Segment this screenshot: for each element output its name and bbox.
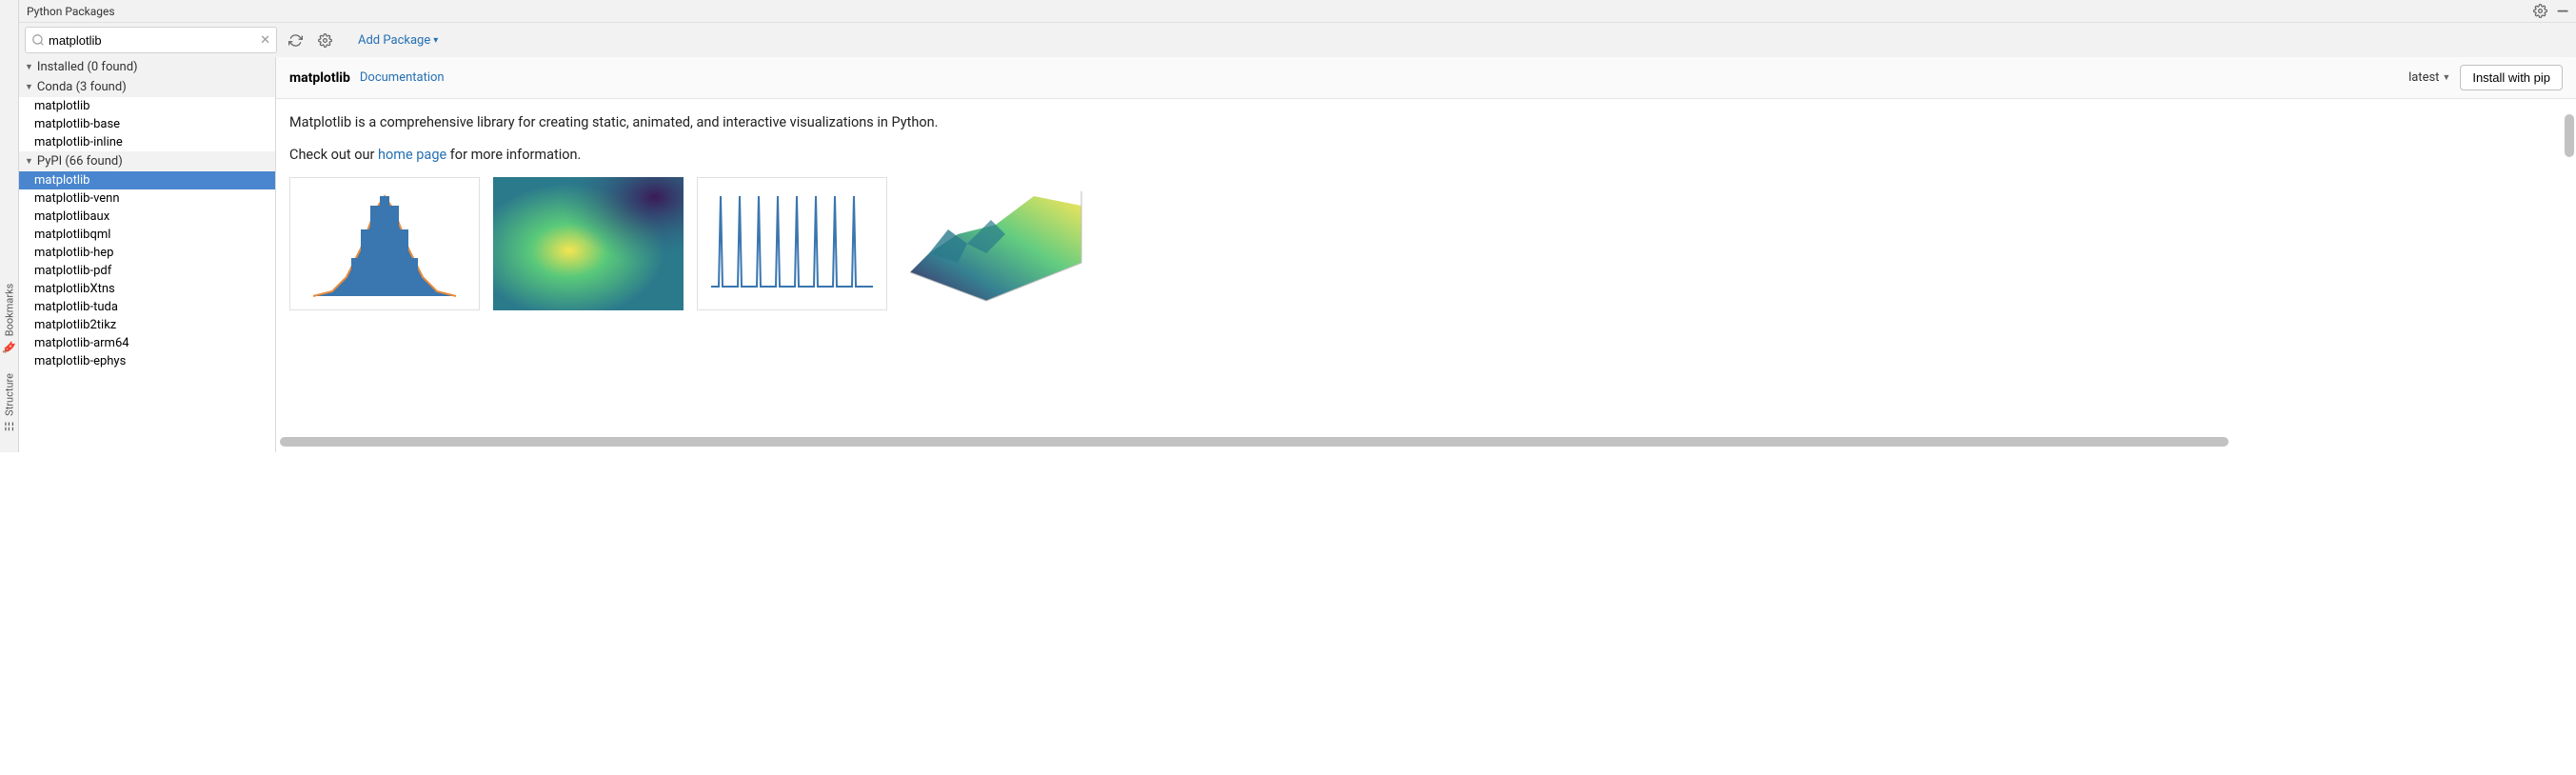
thumbnail-row [289,177,2563,310]
description-line1: Matplotlib is a comprehensive library fo… [289,112,2563,133]
group-label: Installed (0 found) [37,60,138,74]
toolbar: ✕ Add Package ▾ [19,23,2576,57]
list-item[interactable]: matplotlibaux [19,208,275,226]
thumbnail-histogram [289,177,480,310]
settings-icon[interactable] [314,30,336,51]
details-content: Matplotlib is a comprehensive library fo… [276,99,2576,437]
caret-down-icon: ▼ [25,62,33,72]
vertical-scrollbar[interactable] [2565,114,2576,248]
sidebar-item-bookmarks[interactable]: 🔖 Bookmarks [1,274,18,364]
sidebar-item-label: Structure [3,373,15,416]
list-item[interactable]: matplotlib-inline [19,133,275,151]
version-label: latest [2408,70,2439,85]
group-header-pypi[interactable]: ▼ PyPI (66 found) [19,151,275,171]
refresh-icon[interactable] [285,30,307,51]
thumbnail-heatmap [493,177,684,310]
gear-icon[interactable] [2533,4,2547,18]
list-item[interactable]: matplotlibqml [19,226,275,244]
details-header: matplotlib Documentation latest ▼ Instal… [276,57,2576,99]
list-item[interactable]: matplotlib-pdf [19,262,275,280]
documentation-link[interactable]: Documentation [360,70,445,85]
group-label: Conda (3 found) [37,80,127,94]
group-label: PyPI (66 found) [37,154,123,169]
caret-down-icon: ▼ [25,156,33,167]
package-name: matplotlib [289,70,350,86]
scrollbar-thumb[interactable] [280,437,2229,447]
python-packages-panel: Python Packages — ✕ Add Package ▾ [19,0,2576,452]
add-package-link[interactable]: Add Package ▾ [358,33,438,48]
bookmark-icon: 🔖 [2,341,16,354]
version-select[interactable]: latest ▼ [2408,70,2450,85]
ide-left-tool-strip: 🔖 Bookmarks ☷ Structure [0,0,19,452]
list-item[interactable]: matplotlib-venn [19,189,275,208]
search-icon [31,33,45,47]
home-page-link[interactable]: home page [378,147,446,163]
list-item[interactable]: matplotlib-hep [19,244,275,262]
package-list[interactable]: ▼ Installed (0 found) ▼ Conda (3 found) … [19,57,276,452]
list-item[interactable]: matplotlib-arm64 [19,334,275,352]
panel-title-actions: — [2533,4,2568,18]
group-header-installed[interactable]: ▼ Installed (0 found) [19,57,275,77]
description-line2: Check out our home page for more informa… [289,145,2563,166]
list-item[interactable]: matplotlibXtns [19,280,275,298]
thumbnail-3d-surface [901,177,1091,310]
chevron-down-icon: ▼ [2442,72,2450,83]
search-field-wrap[interactable]: ✕ [25,27,277,53]
sidebar-item-structure[interactable]: ☷ Structure [1,364,18,443]
package-details: matplotlib Documentation latest ▼ Instal… [276,57,2576,452]
list-item[interactable]: matplotlib [19,97,275,115]
group-header-conda[interactable]: ▼ Conda (3 found) [19,77,275,97]
search-input[interactable] [49,33,260,48]
horizontal-scrollbar[interactable] [280,437,2572,448]
list-item[interactable]: matplotlib-tuda [19,298,275,316]
list-item[interactable]: matplotlib-ephys [19,352,275,370]
body-split: ▼ Installed (0 found) ▼ Conda (3 found) … [19,57,2576,452]
clear-icon[interactable]: ✕ [260,33,270,48]
install-button[interactable]: Install with pip [2460,65,2563,90]
list-item[interactable]: matplotlib-base [19,115,275,133]
sidebar-item-label: Bookmarks [3,284,15,337]
panel-title-bar: Python Packages — [19,0,2576,23]
caret-down-icon: ▼ [25,82,33,92]
list-item[interactable]: matplotlib2tikz [19,316,275,334]
chevron-down-icon: ▾ [433,35,438,46]
add-package-label: Add Package [358,33,430,48]
scrollbar-thumb[interactable] [2565,114,2574,157]
panel-title: Python Packages [27,5,115,18]
structure-icon: ☷ [3,420,16,433]
minimize-icon[interactable]: — [2557,7,2568,16]
list-item[interactable]: matplotlib [19,171,275,189]
thumbnail-spikes [697,177,887,310]
